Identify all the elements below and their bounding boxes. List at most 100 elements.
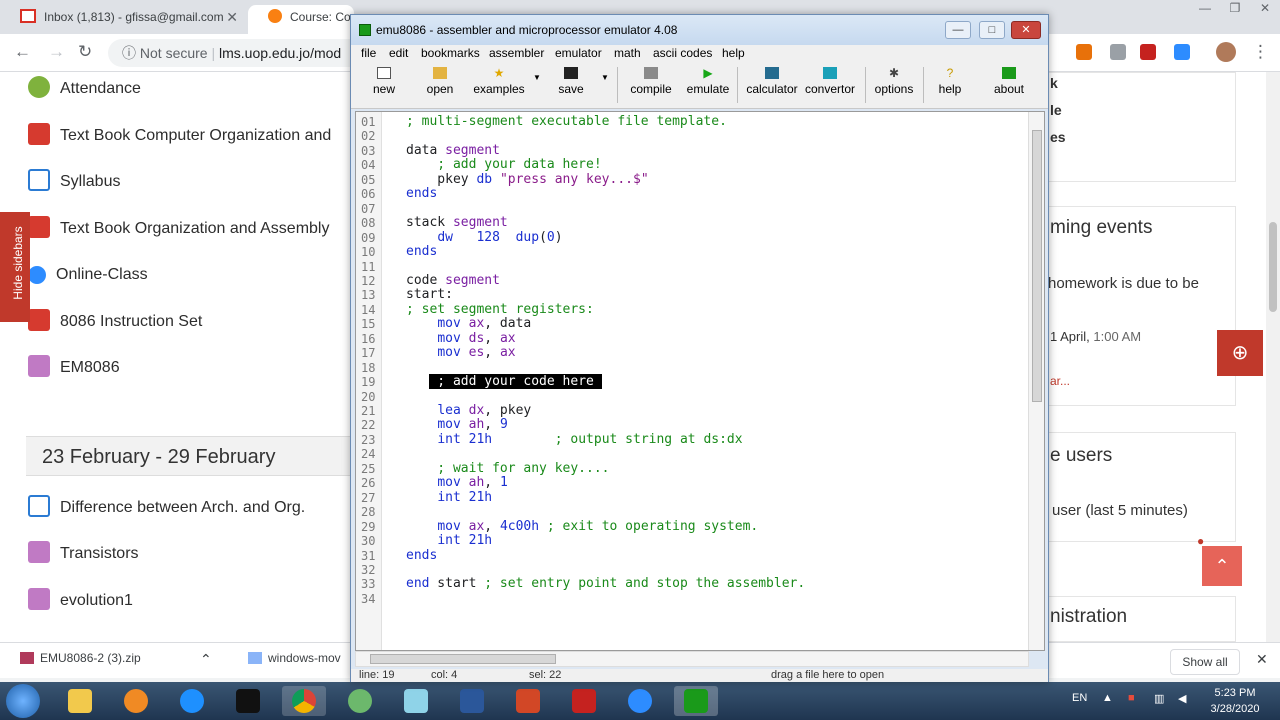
- code-line[interactable]: 07: [356, 202, 1028, 217]
- convertor-button[interactable]: convertor: [803, 65, 857, 105]
- code-line[interactable]: 27 int 21h: [356, 490, 1028, 506]
- code-line[interactable]: 31 ends: [356, 548, 1028, 564]
- zoom-icon[interactable]: [618, 686, 662, 716]
- code-line[interactable]: 23 int 21h ; output string at ds:dx: [356, 432, 1028, 448]
- event-link[interactable]: homework is due to be: [1048, 275, 1199, 292]
- code-line[interactable]: 34: [356, 592, 1028, 607]
- nav-item-em8086[interactable]: EM8086: [28, 353, 120, 383]
- code-line[interactable]: 03 data segment: [356, 143, 1028, 159]
- code-line[interactable]: 04 ; add your data here!: [356, 158, 1028, 173]
- network-icon[interactable]: ■: [1128, 692, 1135, 704]
- chrome-icon[interactable]: [282, 686, 326, 716]
- nav-item-transistors[interactable]: Transistors: [28, 539, 139, 569]
- minimize-icon[interactable]: —: [1190, 1, 1220, 15]
- nav-item-online-class[interactable]: Online-Class: [28, 260, 148, 290]
- tab-course[interactable]: Course: Computer Organization: [248, 5, 354, 34]
- file-explorer-icon[interactable]: [58, 686, 102, 716]
- reload-icon[interactable]: ↻: [78, 42, 92, 62]
- editor-horizontal-scrollbar[interactable]: [355, 651, 1029, 667]
- emulate-button[interactable]: ▶ emulate: [685, 65, 731, 105]
- code-line[interactable]: 28: [356, 505, 1028, 520]
- menu-help[interactable]: help: [722, 46, 745, 60]
- internet-explorer-icon[interactable]: [170, 686, 214, 716]
- paint-icon[interactable]: [338, 686, 382, 716]
- nav-item-instruction-set[interactable]: 8086 Instruction Set: [28, 307, 202, 337]
- options-button[interactable]: ✱ options: [873, 65, 915, 105]
- close-icon[interactable]: ✕: [1250, 1, 1280, 15]
- nav-item-textbook-co[interactable]: Text Book Computer Organization and: [28, 121, 331, 151]
- code-line[interactable]: 14 ; set segment registers:: [356, 302, 1028, 318]
- tab-gmail[interactable]: Inbox (1,813) - gfissa@gmail.com ✕: [0, 5, 246, 34]
- code-line[interactable]: 21 lea dx, pkey: [356, 403, 1028, 419]
- compile-button[interactable]: compile: [627, 65, 675, 105]
- code-editor[interactable]: 01 ; multi-segment executable file templa…: [355, 111, 1045, 651]
- about-button[interactable]: about: [991, 65, 1027, 105]
- page-scrollbar[interactable]: [1266, 72, 1280, 642]
- code-line[interactable]: 20: [356, 390, 1028, 405]
- code-line[interactable]: 25 ; wait for any key....: [356, 461, 1028, 477]
- forward-icon[interactable]: →: [48, 42, 65, 62]
- code-area[interactable]: 01 ; multi-segment executable file templa…: [356, 112, 1028, 650]
- code-line[interactable]: 09 dw 128 dup(0): [356, 230, 1028, 246]
- code-line[interactable]: 17 mov es, ax: [356, 345, 1028, 361]
- nav-item-evolution1[interactable]: evolution1: [28, 586, 133, 616]
- new-button[interactable]: new: [371, 65, 397, 105]
- word-icon[interactable]: [450, 686, 494, 716]
- chevron-down-icon[interactable]: ▼: [601, 73, 609, 82]
- terminal-icon[interactable]: [226, 686, 270, 716]
- scrollbar-thumb[interactable]: [370, 654, 556, 664]
- code-line[interactable]: 05 pkey db "press any key...$": [356, 172, 1028, 188]
- scrollbar-thumb[interactable]: [1269, 222, 1277, 312]
- pdf-extension-icon[interactable]: [1140, 44, 1156, 60]
- open-button[interactable]: open: [423, 65, 457, 105]
- powerpoint-icon[interactable]: [506, 686, 550, 716]
- emu-title-bar[interactable]: emu8086 - assembler and microprocessor e…: [351, 15, 1048, 45]
- chevron-down-icon[interactable]: ▼: [533, 73, 541, 82]
- avatar[interactable]: [1216, 42, 1236, 62]
- start-button[interactable]: [6, 684, 40, 718]
- menu-math[interactable]: math: [614, 46, 641, 60]
- code-line[interactable]: 15 mov ax, data: [356, 317, 1028, 332]
- code-line[interactable]: 01 ; multi-segment executable file templa…: [356, 114, 1028, 130]
- lifebuoy-icon[interactable]: ⊕: [1217, 330, 1263, 376]
- show-all-button[interactable]: Show all: [1170, 649, 1240, 675]
- code-line[interactable]: 22 mov ah, 9: [356, 418, 1028, 433]
- extension-icon[interactable]: [1076, 44, 1092, 60]
- nav-item-attendance[interactable]: Attendance: [28, 74, 141, 104]
- code-line[interactable]: 18: [356, 361, 1028, 376]
- nav-item-textbook-oa[interactable]: Text Book Organization and Assembly: [28, 214, 329, 244]
- code-line[interactable]: 33 end start ; set entry point and stop t…: [356, 577, 1028, 592]
- language-indicator[interactable]: EN: [1072, 692, 1087, 704]
- examples-button[interactable]: ★ examples: [471, 65, 527, 105]
- help-button[interactable]: ? help: [937, 65, 963, 105]
- volume-icon[interactable]: ◀: [1178, 692, 1186, 705]
- restore-icon[interactable]: ❐: [1220, 1, 1250, 15]
- back-icon[interactable]: ←: [14, 42, 31, 62]
- editor-vertical-scrollbar[interactable]: [1028, 112, 1044, 650]
- menu-icon[interactable]: ⋮: [1252, 42, 1269, 62]
- close-icon[interactable]: ✕: [226, 5, 238, 29]
- close-icon[interactable]: ✕: [1011, 21, 1041, 39]
- menu-file[interactable]: file: [361, 46, 376, 60]
- save-button[interactable]: save: [557, 65, 585, 105]
- code-line[interactable]: 10 ends: [356, 244, 1028, 260]
- code-line[interactable]: 29 mov ax, 4c00h ; exit to operating sys…: [356, 519, 1028, 535]
- scrollbar-thumb[interactable]: [1032, 130, 1042, 402]
- code-line[interactable]: 06 ends: [356, 187, 1028, 202]
- clock[interactable]: 5:23 PM 3/28/2020: [1200, 685, 1270, 717]
- extension-icon[interactable]: [1110, 44, 1126, 60]
- app-icon[interactable]: [394, 686, 438, 716]
- code-line[interactable]: 08 stack segment: [356, 215, 1028, 231]
- code-line[interactable]: 19 ; add your code here: [356, 374, 1028, 390]
- download-item[interactable]: EMU8086-2 (3).zip: [20, 651, 141, 665]
- code-line[interactable]: 16 mov ds, ax: [356, 331, 1028, 347]
- scroll-to-top-button[interactable]: ⌃: [1202, 546, 1242, 586]
- minimize-icon[interactable]: —: [945, 21, 971, 39]
- emu8086-icon[interactable]: [674, 686, 718, 716]
- acrobat-icon[interactable]: [562, 686, 606, 716]
- go-to-calendar-link[interactable]: ar...: [1050, 374, 1070, 388]
- calculator-button[interactable]: calculator: [745, 65, 799, 105]
- code-line[interactable]: 26 mov ah, 1: [356, 476, 1028, 491]
- download-item[interactable]: windows-mov: [248, 651, 341, 665]
- chevron-up-icon[interactable]: ⌃: [200, 651, 212, 668]
